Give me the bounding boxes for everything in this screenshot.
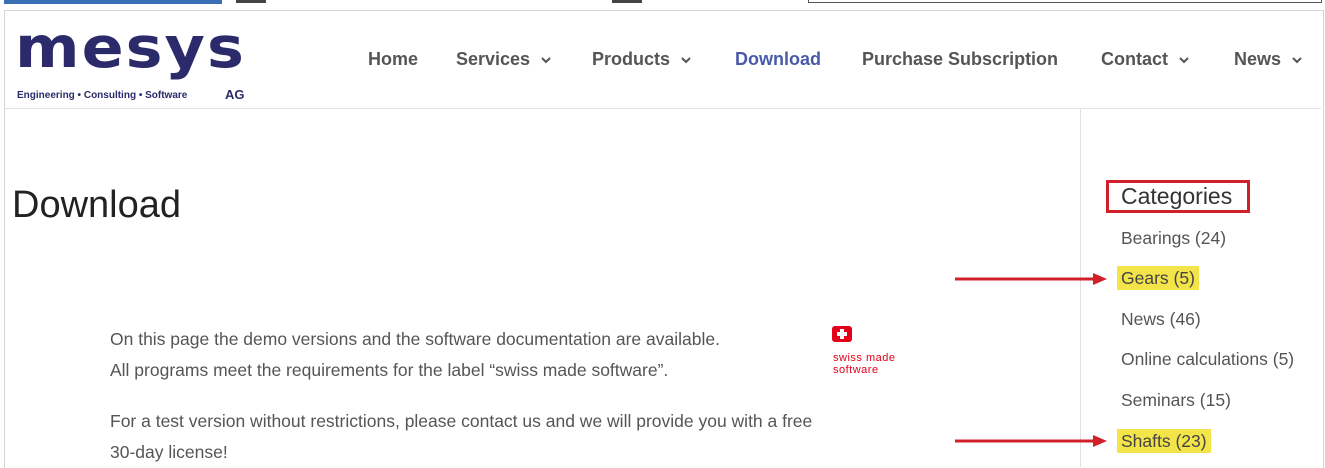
chevron-down-icon — [540, 54, 552, 66]
intro-line: On this page the demo versions and the s… — [110, 329, 720, 349]
top-mark — [236, 0, 266, 3]
mesys-logo[interactable]: mesys Engineering • Consulting • Softwar… — [15, 19, 295, 107]
nav-label: News — [1234, 49, 1282, 69]
badge-line: swiss made — [833, 352, 896, 364]
site-header: mesys Engineering • Consulting • Softwar… — [5, 11, 1321, 109]
intro-paragraph: On this page the demo versions and the s… — [110, 324, 720, 386]
nav-label: Home — [368, 49, 419, 69]
nav-services[interactable]: Services — [456, 49, 552, 70]
license-line: For a test version without restrictions,… — [110, 411, 813, 431]
nav-label: Products — [592, 49, 671, 69]
chevron-down-icon — [680, 54, 692, 66]
swiss-flag-icon — [832, 326, 852, 342]
license-paragraph: For a test version without restrictions,… — [110, 406, 812, 468]
nav-products[interactable]: Products — [592, 49, 692, 70]
nav-label: Download — [735, 49, 821, 69]
arrow-right-icon — [955, 435, 1107, 447]
nav-label: Contact — [1101, 49, 1168, 69]
chevron-down-icon — [1291, 54, 1303, 66]
categories-title: Categories — [1121, 183, 1233, 209]
logo-wordmark: mesys — [15, 13, 246, 81]
nav-purchase-subscription[interactable]: Purchase Subscription — [862, 49, 1058, 70]
page-title: Download — [12, 184, 181, 226]
nav-home[interactable]: Home — [368, 49, 418, 70]
category-bearings[interactable]: Bearings (24) — [1121, 226, 1226, 250]
swiss-badge-text: swiss made software — [833, 352, 923, 376]
nav-contact[interactable]: Contact — [1101, 49, 1190, 70]
category-shafts[interactable]: Shafts (23) — [1117, 429, 1211, 453]
logo-tagline: Engineering • Consulting • Software — [17, 90, 188, 101]
chevron-down-icon — [1178, 54, 1190, 66]
nav-news[interactable]: News — [1234, 49, 1303, 70]
top-field-edge — [808, 0, 1322, 3]
category-online-calculations[interactable]: Online calculations (5) — [1121, 347, 1294, 371]
category-seminars[interactable]: Seminars (15) — [1121, 388, 1231, 412]
category-news[interactable]: News (46) — [1121, 307, 1201, 331]
nav-download[interactable]: Download — [735, 49, 821, 70]
active-tab-indicator — [4, 0, 222, 4]
intro-line: All programs meet the requirements for t… — [110, 360, 669, 380]
sidebar-divider — [1080, 109, 1081, 467]
category-gears[interactable]: Gears (5) — [1117, 266, 1199, 290]
top-mark — [612, 0, 642, 3]
arrow-right-icon — [955, 273, 1107, 285]
nav-label: Services — [456, 49, 531, 69]
license-line: 30-day license! — [110, 442, 228, 462]
swiss-made-badge[interactable]: swiss made software — [832, 326, 922, 376]
badge-line: software — [833, 364, 879, 376]
nav-label: Purchase Subscription — [862, 49, 1059, 69]
logo-ag: AG — [225, 87, 245, 102]
